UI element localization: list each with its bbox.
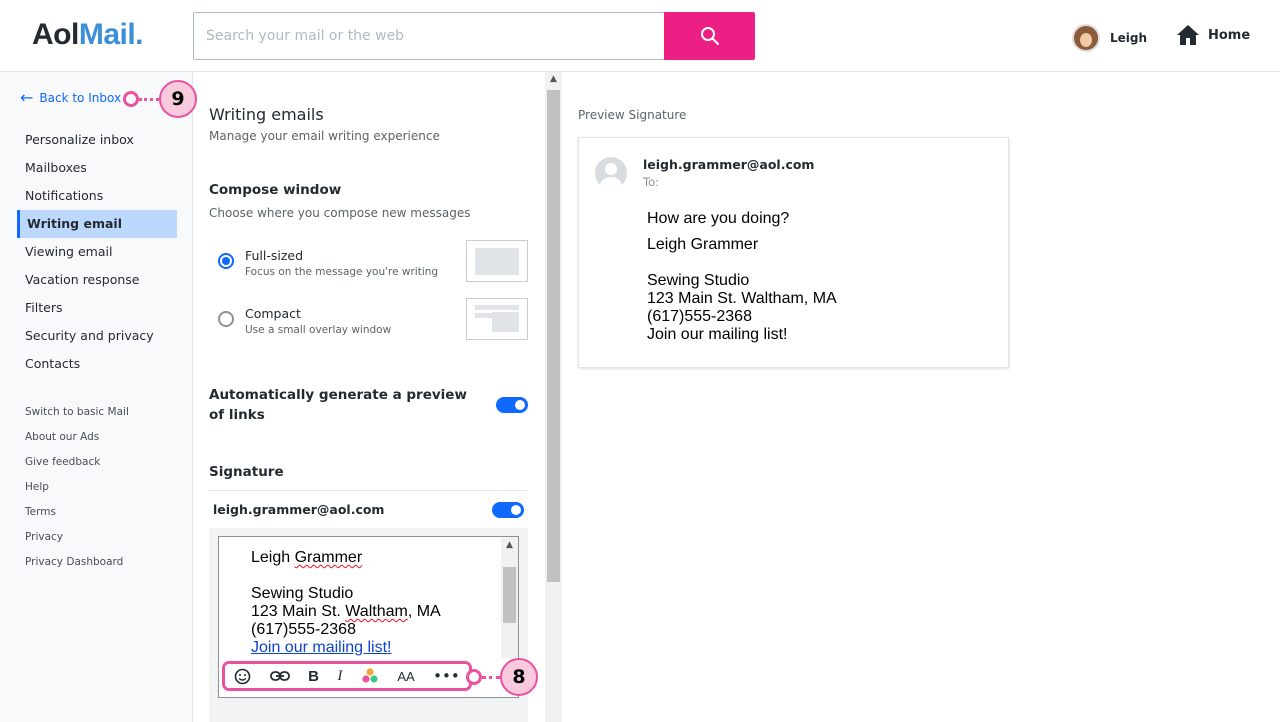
about-ads-link[interactable]: About our Ads	[25, 425, 129, 450]
compact-label: Compact	[245, 306, 301, 321]
preview-to-label: To:	[643, 175, 659, 189]
editor-line-name: Leigh Grammer	[251, 549, 363, 566]
callout-9-dot	[123, 91, 139, 107]
editor-line-address: 123 Main St. Waltham, MA	[251, 603, 441, 620]
preview-from: leigh.grammer@aol.com	[643, 157, 815, 172]
formatting-tools-highlight: B I AA •••	[222, 661, 472, 691]
compose-window-subtitle: Choose where you compose new messages	[209, 206, 471, 220]
callout-8-badge: 8	[500, 658, 538, 696]
editor-line-name-surname: Grammer	[294, 549, 363, 566]
editor-mailing-list-link[interactable]: Join our mailing list!	[251, 639, 441, 657]
aol-mail-logo[interactable]: AolMail.	[32, 18, 144, 52]
preview-line-phone: (617)555-2368	[647, 308, 752, 325]
full-sized-label: Full-sized	[245, 248, 304, 263]
sidebar-item-security-privacy[interactable]: Security and privacy	[17, 322, 177, 350]
home-label: Home	[1208, 27, 1251, 43]
link-preview-toggle[interactable]	[496, 397, 528, 413]
sender-avatar-icon	[595, 157, 627, 189]
help-link[interactable]: Help	[25, 475, 129, 500]
sidebar-item-vacation-response[interactable]: Vacation response	[17, 266, 177, 294]
preview-card: leigh.grammer@aol.com To: How are you do…	[578, 137, 1009, 368]
terms-link[interactable]: Terms	[25, 500, 129, 525]
italic-icon[interactable]: I	[337, 668, 342, 685]
preview-signature-label: Preview Signature	[578, 108, 687, 122]
sidebar-item-writing-email[interactable]: Writing email	[17, 210, 177, 238]
editor-line-company: Sewing Studio	[251, 585, 354, 602]
sidebar-item-notifications[interactable]: Notifications	[17, 182, 177, 210]
secondary-links: Switch to basic Mail About our Ads Give …	[25, 400, 129, 575]
signature-editor-text[interactable]: Leigh Grammer Sewing Studio 123 Main St.…	[251, 549, 441, 657]
switch-basic-mail-link[interactable]: Switch to basic Mail	[25, 400, 129, 425]
compact-desc: Use a small overlay window	[245, 324, 392, 336]
settings-sidebar: ← Back to Inbox Personalize inbox Mailbo…	[0, 72, 193, 722]
signature-preview-pane: Preview Signature leigh.grammer@aol.com …	[562, 72, 1280, 722]
privacy-link[interactable]: Privacy	[25, 525, 129, 550]
give-feedback-link[interactable]: Give feedback	[25, 450, 129, 475]
color-palette-icon[interactable]	[361, 668, 379, 684]
home-icon	[1177, 25, 1199, 45]
link-icon[interactable]	[269, 670, 290, 682]
more-options-icon[interactable]: •••	[433, 667, 460, 685]
search-button[interactable]	[664, 12, 755, 60]
sidebar-item-filters[interactable]: Filters	[17, 294, 177, 322]
sidebar-item-personalize-inbox[interactable]: Personalize inbox	[17, 126, 177, 154]
callout-8-line	[482, 676, 500, 679]
preview-line-name: Leigh Grammer	[647, 236, 759, 253]
callout-9-badge: 9	[159, 80, 197, 118]
page-title: Writing emails	[209, 105, 324, 124]
back-to-inbox-link[interactable]: ← Back to Inbox	[20, 90, 121, 106]
full-sized-desc: Focus on the message you're writing	[245, 266, 439, 278]
privacy-dashboard-link[interactable]: Privacy Dashboard	[25, 550, 129, 575]
callout-9-line	[139, 98, 159, 101]
sidebar-item-viewing-email[interactable]: Viewing email	[17, 238, 177, 266]
page-subtitle: Manage your email writing experience	[209, 129, 440, 143]
preview-line-company: Sewing Studio	[647, 272, 750, 289]
preview-greeting: How are you doing?	[647, 210, 790, 227]
full-sized-thumbnail[interactable]	[466, 240, 528, 282]
callout-8-dot	[466, 669, 482, 685]
top-header: AolMail. Leigh Home	[0, 0, 1280, 72]
back-to-inbox-label: Back to Inbox	[39, 91, 122, 105]
settings-scrollbar[interactable]: ▲	[545, 72, 562, 722]
compose-option-compact[interactable]: Compact Use a small overlay window	[218, 306, 391, 336]
user-avatar	[1072, 24, 1100, 52]
compact-radio[interactable]	[218, 311, 234, 327]
editor-scroll-thumb[interactable]	[503, 567, 516, 623]
compose-window-title: Compose window	[209, 182, 342, 198]
compose-option-full-sized[interactable]: Full-sized Focus on the message you're w…	[218, 248, 438, 278]
logo-mail-text: Mail.	[78, 18, 144, 51]
logo-aol-text: Aol	[32, 18, 79, 51]
arrow-left-icon: ←	[20, 88, 34, 107]
signature-account: leigh.grammer@aol.com	[213, 502, 385, 517]
link-preview-label: Automatically generate a preview of link…	[209, 387, 467, 423]
preview-line-mailing-list: Join our mailing list!	[647, 326, 788, 343]
scroll-up-icon[interactable]: ▲	[501, 537, 518, 553]
preview-body: How are you doing? Leigh Grammer Sewing …	[647, 210, 837, 344]
user-name: Leigh	[1110, 31, 1148, 45]
sidebar-item-contacts[interactable]: Contacts	[17, 350, 177, 378]
full-sized-radio[interactable]	[218, 253, 234, 269]
divider	[209, 490, 528, 491]
preview-line-address: 123 Main St. Waltham, MA	[647, 290, 837, 307]
user-menu[interactable]: Leigh	[1072, 24, 1147, 52]
signature-title: Signature	[209, 464, 284, 480]
home-link[interactable]: Home	[1176, 24, 1250, 46]
sidebar-item-mailboxes[interactable]: Mailboxes	[17, 154, 177, 182]
editor-line-phone: (617)555-2368	[251, 621, 356, 638]
writing-email-settings: Writing emails Manage your email writing…	[193, 72, 545, 722]
search-input[interactable]	[193, 12, 665, 60]
compact-thumbnail[interactable]	[466, 298, 528, 340]
search-icon	[700, 27, 719, 46]
settings-scroll-thumb[interactable]	[547, 90, 560, 582]
signature-toggle[interactable]	[492, 502, 524, 518]
bold-icon[interactable]: B	[308, 668, 319, 685]
emoji-icon[interactable]	[234, 668, 251, 685]
scroll-up-icon[interactable]: ▲	[545, 74, 562, 84]
settings-nav: Personalize inbox Mailboxes Notification…	[17, 126, 177, 378]
font-size-icon[interactable]: AA	[397, 669, 414, 684]
